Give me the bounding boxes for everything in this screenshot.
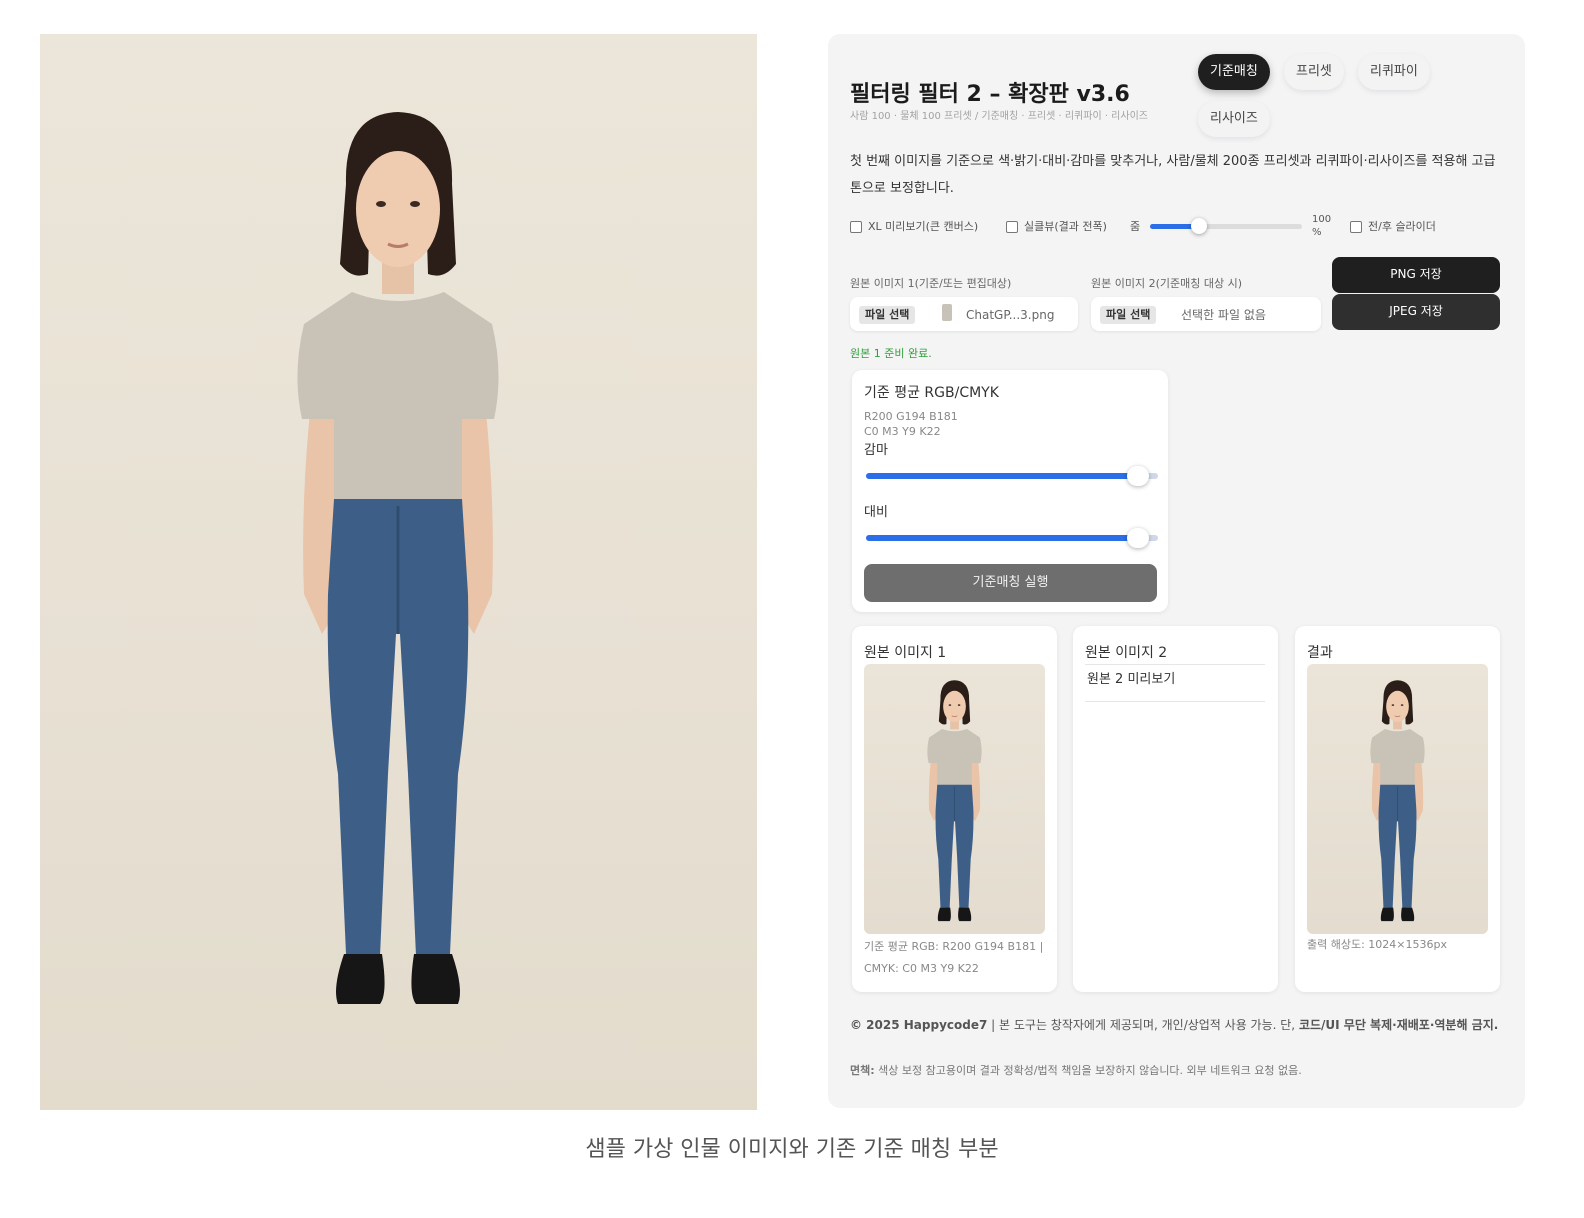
realtime-checkbox[interactable]: [1006, 220, 1018, 233]
footer-disclaimer: 면책: 색상 보정 참고용이며 결과 정확성/법적 책임을 보장하지 않습니다.…: [850, 1062, 1510, 1078]
avg-rgb: R200 G194 B181: [864, 410, 958, 423]
source2-file-input[interactable]: 파일 선택 선택한 파일 없음: [1091, 297, 1321, 331]
match-settings-card: 기준 평균 RGB/CMYK R200 G194 B181 C0 M3 Y9 K…: [852, 370, 1168, 612]
source1-label: 원본 이미지 1(기준/또는 편집대상): [850, 277, 1012, 290]
result-caption: 출력 해상도: 1024×1536px: [1307, 938, 1447, 951]
preview-card-source1: 원본 이미지 1 기준 평균 RGB: R200 G194 B181 | CMY…: [852, 626, 1057, 992]
source2-label: 원본 이미지 2(기준매칭 대상 시): [1091, 277, 1243, 290]
zoom-value-unit: %: [1312, 227, 1322, 238]
zoom-value: 100 %: [1312, 213, 1331, 239]
contrast-slider-fill: [866, 535, 1138, 541]
source2-file-name: 선택한 파일 없음: [1181, 308, 1266, 322]
before-after-label: 전/후 슬라이더: [1368, 220, 1436, 233]
preview2-placeholder: 원본 2 미리보기: [1087, 672, 1176, 687]
footer-copyright: © 2025 Happycode7 | 본 도구는 창작자에게 제공되며, 개인…: [850, 1014, 1510, 1037]
tab-preset[interactable]: 프리셋: [1284, 54, 1344, 90]
preview1-person: [926, 679, 983, 922]
preview-card-result: 결과 출력 해상도: 1024×1536px: [1295, 626, 1500, 992]
source1-file-input[interactable]: 파일 선택 ChatGP...3.png: [850, 297, 1078, 331]
source1-file-name: ChatGP...3.png: [966, 308, 1055, 322]
preview-card-source2: 원본 이미지 2 원본 2 미리보기: [1073, 626, 1278, 992]
match-card-title: 기준 평균 RGB/CMYK: [864, 385, 999, 401]
copyright-owner: © 2025 Happycode7: [850, 1018, 988, 1032]
zoom-slider[interactable]: [1150, 218, 1302, 234]
gamma-slider-knob[interactable]: [1127, 466, 1149, 486]
tab-resize[interactable]: 리사이즈: [1198, 101, 1270, 137]
source1-choose-button[interactable]: 파일 선택: [859, 306, 916, 324]
zoom-value-number: 100: [1312, 214, 1332, 225]
result-image: [1307, 664, 1488, 934]
tab-liquify[interactable]: 리퀴파이: [1358, 54, 1430, 90]
gamma-slider[interactable]: [866, 466, 1158, 486]
options-row: XL 미리보기(큰 캔버스) 실클뷰(결과 전폭) 줌 100 % 전/후 슬라…: [850, 213, 1520, 239]
contrast-label: 대비: [864, 505, 888, 520]
person-illustration: [295, 110, 501, 1006]
gamma-label: 감마: [864, 443, 888, 458]
preview2-title: 원본 이미지 2: [1085, 645, 1168, 661]
tab-match[interactable]: 기준매칭: [1198, 54, 1270, 90]
avg-cmyk: C0 M3 Y9 K22: [864, 425, 941, 438]
zoom-label: 줌: [1130, 220, 1141, 233]
file-thumbnail-icon: [942, 304, 952, 321]
xl-preview-label: XL 미리보기(큰 캔버스): [868, 220, 979, 233]
realtime-label: 실클뷰(결과 전폭): [1024, 220, 1107, 233]
before-after-checkbox[interactable]: [1350, 220, 1362, 233]
copyright-restriction: 코드/UI 무단 복제·재배포·역분해 금지.: [1298, 1018, 1499, 1032]
app-panel: 필터링 필터 2 – 확장판 v3.6 사람 100 · 물체 100 프리셋 …: [828, 34, 1525, 1108]
disclaimer-text: 색상 보정 참고용이며 결과 정확성/법적 책임을 보장하지 않습니다. 외부 …: [874, 1064, 1302, 1077]
preview2-placeholder-box: 원본 2 미리보기: [1085, 664, 1265, 702]
result-person: [1369, 679, 1426, 922]
result-title: 결과: [1307, 645, 1333, 661]
app-subtitle: 사람 100 · 물체 100 프리셋 / 기준매칭 · 프리셋 · 리퀴파이 …: [850, 111, 1148, 122]
sample-person-photo: [40, 34, 757, 1110]
zoom-slider-knob[interactable]: [1191, 218, 1207, 234]
xl-preview-checkbox[interactable]: [850, 220, 862, 233]
disclaimer-label: 면책:: [850, 1064, 875, 1077]
preview1-image: [864, 664, 1045, 934]
app-title: 필터링 필터 2 – 확장판 v3.6: [850, 82, 1130, 107]
preview1-caption: 기준 평균 RGB: R200 G194 B181 | CMYK: C0 M3 …: [864, 940, 1044, 975]
app-description: 첫 번째 이미지를 기준으로 색·밝기·대비·감마를 맞추거나, 사람/물체 2…: [850, 154, 1496, 196]
gamma-slider-fill: [866, 473, 1138, 479]
contrast-slider-knob[interactable]: [1127, 528, 1149, 548]
contrast-slider[interactable]: [866, 528, 1158, 548]
jpeg-save-button[interactable]: JPEG 저장: [1332, 294, 1500, 330]
preview1-title: 원본 이미지 1: [864, 645, 947, 661]
page-caption: 샘플 가상 인물 이미지와 기존 기준 매칭 부분: [585, 1137, 999, 1162]
copyright-text: | 본 도구는 창작자에게 제공되며, 개인/상업적 사용 가능. 단,: [987, 1018, 1299, 1032]
png-save-button[interactable]: PNG 저장: [1332, 257, 1500, 293]
run-match-button[interactable]: 기준매칭 실행: [864, 564, 1157, 602]
source2-choose-button[interactable]: 파일 선택: [1100, 306, 1157, 324]
status-message: 원본 1 준비 완료.: [850, 347, 932, 360]
